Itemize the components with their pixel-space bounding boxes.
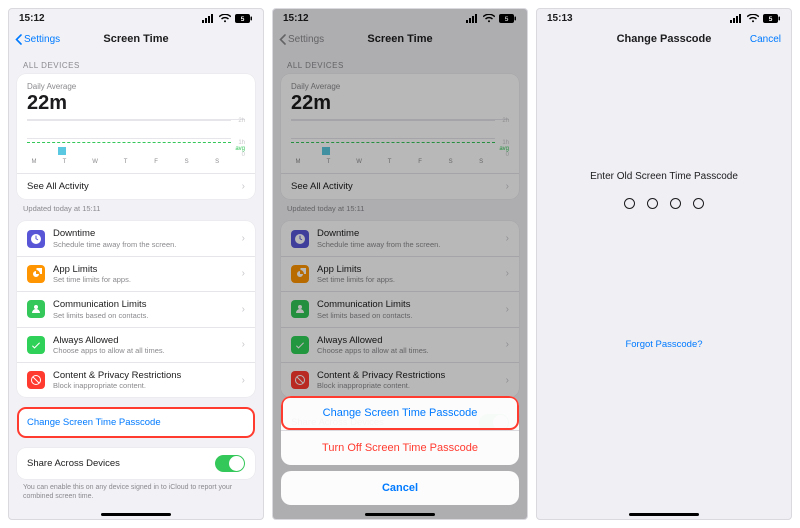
svg-text:5: 5	[241, 15, 245, 22]
passcode-area: Enter Old Screen Time Passcode Forgot Pa…	[537, 51, 791, 519]
nav-title: Screen Time	[103, 33, 168, 45]
comm-icon	[27, 300, 45, 318]
signal-icon	[202, 14, 215, 23]
always-icon	[27, 336, 45, 354]
avg-label: Daily Average	[27, 82, 245, 91]
share-toggle[interactable]	[215, 455, 245, 472]
avg-line	[27, 142, 231, 143]
nav-bar: Settings Screen Time	[9, 27, 263, 51]
privacy-icon	[27, 371, 45, 389]
home-indicator[interactable]	[101, 513, 171, 516]
battery-icon: 5	[235, 14, 253, 23]
option-title: App Limits	[53, 264, 238, 275]
chevron-right-icon: ›	[242, 339, 245, 350]
option-sub: Block inappropriate content.	[53, 381, 238, 390]
option-sub: Schedule time away from the screen.	[53, 240, 238, 249]
status-bar: 15:12 5	[9, 9, 263, 27]
status-bar: 15:13 5	[537, 9, 791, 27]
option-title: Content & Privacy Restrictions	[53, 370, 238, 381]
downtime-icon	[27, 230, 45, 248]
status-time: 15:12	[19, 13, 45, 24]
screen-2: 15:12 5 Settings Screen Time All Devices…	[272, 8, 528, 520]
chevron-right-icon: ›	[242, 375, 245, 386]
usage-chart: 2h 1h avg 0 M T W T F S S	[27, 119, 245, 165]
chevron-right-icon: ›	[242, 304, 245, 315]
screen-1: 15:12 5 Settings Screen Time All Devices…	[8, 8, 264, 520]
see-all-activity[interactable]: See All Activity ›	[17, 173, 255, 199]
share-toggle-row[interactable]: Share Across Devices	[17, 448, 255, 479]
home-indicator[interactable]	[365, 513, 435, 516]
share-footer: You can enable this on any device signed…	[17, 479, 255, 501]
section-header: All Devices	[23, 61, 255, 70]
passcode-dots[interactable]	[624, 198, 704, 209]
chevron-right-icon: ›	[242, 233, 245, 244]
sheet-turn-off-passcode[interactable]: Turn Off Screen Time Passcode	[281, 430, 519, 465]
passcode-prompt: Enter Old Screen Time Passcode	[590, 171, 738, 182]
sheet-change-passcode[interactable]: Change Screen Time Passcode	[281, 396, 519, 430]
forgot-passcode-link[interactable]: Forgot Passcode?	[625, 339, 702, 350]
nav-bar: Change Passcode Cancel	[537, 27, 791, 51]
chart-bar	[58, 147, 66, 155]
chevron-right-icon: ›	[242, 268, 245, 279]
status-icons: 5	[730, 14, 781, 23]
chevron-right-icon: ›	[242, 181, 245, 192]
svg-text:5: 5	[769, 15, 773, 22]
status-icons: 5	[202, 14, 253, 23]
cancel-button[interactable]: Cancel	[750, 34, 781, 45]
options-list: DowntimeSchedule time away from the scre…	[17, 221, 255, 397]
updated-text: Updated today at 15:11	[23, 204, 255, 213]
option-title: Always Allowed	[53, 335, 238, 346]
signal-icon	[730, 14, 743, 23]
content[interactable]: All Devices Daily Average 22m 2h 1h avg …	[9, 51, 263, 519]
passcode-dot	[647, 198, 658, 209]
option-sub: Choose apps to allow at all times.	[53, 346, 238, 355]
battery-icon: 5	[763, 14, 781, 23]
wifi-icon	[747, 14, 759, 23]
back-button[interactable]: Settings	[15, 34, 60, 45]
applimits-icon	[27, 265, 45, 283]
status-time: 15:13	[547, 13, 573, 24]
option-sub: Set limits based on contacts.	[53, 311, 238, 320]
passcode-dot	[693, 198, 704, 209]
wifi-icon	[219, 14, 231, 23]
option-comm[interactable]: Communication LimitsSet limits based on …	[17, 291, 255, 326]
action-sheet: Change Screen Time Passcode Turn Off Scr…	[281, 396, 519, 511]
change-passcode-link[interactable]: Change Screen Time Passcode	[17, 407, 255, 438]
option-title: Downtime	[53, 228, 238, 239]
option-downtime[interactable]: DowntimeSchedule time away from the scre…	[17, 221, 255, 255]
summary-card: Daily Average 22m 2h 1h avg 0 M T W T	[17, 74, 255, 199]
option-sub: Set time limits for apps.	[53, 275, 238, 284]
chevron-left-icon	[15, 34, 22, 45]
passcode-dot	[670, 198, 681, 209]
home-indicator[interactable]	[629, 513, 699, 516]
back-label: Settings	[24, 34, 60, 45]
option-title: Communication Limits	[53, 299, 238, 310]
option-always[interactable]: Always AllowedChoose apps to allow at al…	[17, 327, 255, 362]
nav-title: Change Passcode	[617, 33, 712, 45]
option-applimits[interactable]: App LimitsSet time limits for apps. ›	[17, 256, 255, 291]
screen-3: 15:13 5 Change Passcode Cancel Enter Old…	[536, 8, 792, 520]
option-privacy[interactable]: Content & Privacy RestrictionsBlock inap…	[17, 362, 255, 397]
share-card: Share Across Devices	[17, 448, 255, 479]
passcode-dot	[624, 198, 635, 209]
avg-value: 22m	[27, 93, 245, 113]
sheet-cancel[interactable]: Cancel	[281, 471, 519, 505]
